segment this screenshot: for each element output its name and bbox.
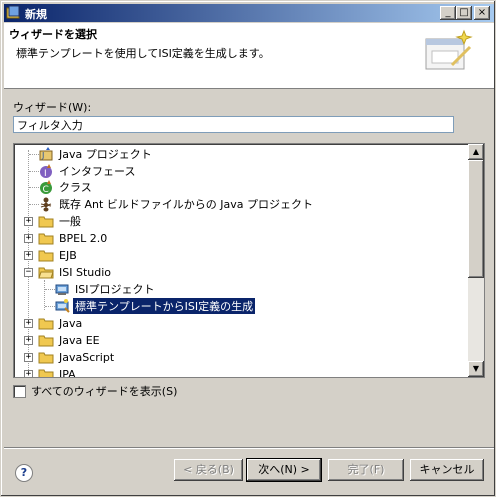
app-icon	[6, 5, 20, 19]
window-title: 新規	[25, 8, 47, 21]
expand-icon[interactable]: +	[24, 370, 33, 377]
tree-item-java[interactable]: Java	[38, 315, 84, 331]
wizard-tree: J Java プロジェクト I インタフェース C クラス 既存 Ant ビルド…	[13, 143, 485, 378]
tree-item-javascript[interactable]: JavaScript	[38, 349, 116, 365]
header-description: 標準テンプレートを使用してISI定義を生成します。	[16, 47, 270, 60]
filter-input[interactable]	[13, 116, 454, 133]
tree-item-interface[interactable]: I インタフェース	[38, 163, 137, 179]
tree-item-label: 標準テンプレートからISI定義の生成	[71, 297, 257, 315]
maximize-button[interactable]: □	[456, 6, 472, 20]
show-all-wizards[interactable]: すべてのウィザードを表示(S)	[13, 383, 177, 399]
tree-item-label: ISIプロジェクト	[75, 283, 155, 296]
close-button[interactable]: ×	[474, 6, 490, 20]
tree-item-isi-project[interactable]: ISIプロジェクト	[54, 281, 156, 297]
ant-icon	[40, 197, 52, 212]
header-title: ウィザードを選択	[9, 28, 97, 41]
expand-icon[interactable]: +	[24, 234, 33, 243]
tree-item-label: クラス	[59, 181, 92, 194]
folder-icon	[38, 352, 54, 364]
tree-item-label: 一般	[59, 215, 81, 228]
collapse-icon[interactable]: −	[24, 268, 33, 277]
isi-template-icon	[55, 299, 70, 313]
tree-item-ejb[interactable]: EJB	[38, 247, 79, 263]
expand-icon[interactable]: +	[24, 353, 33, 362]
isi-project-icon	[55, 284, 69, 295]
folder-icon	[38, 250, 54, 262]
tree-item-isi-template[interactable]: 標準テンプレートからISI定義の生成	[54, 297, 257, 315]
folder-icon	[38, 216, 54, 228]
tree-scrollbar[interactable]: ▲ ▼	[468, 144, 484, 377]
show-all-label: すべてのウィザードを表示(S)	[31, 385, 178, 398]
tree-item-label: インタフェース	[59, 165, 136, 178]
back-button[interactable]: < 戻る(B)	[174, 459, 243, 481]
show-all-checkbox[interactable]	[13, 384, 26, 398]
interface-icon: I	[40, 164, 52, 179]
finish-button[interactable]: 完了(F)	[328, 459, 404, 481]
folder-icon	[38, 233, 54, 245]
new-wizard-dialog: 新規 _ □ × ウィザードを選択 標準テンプレートを使用してISI定義を生成し…	[0, 0, 496, 497]
next-button[interactable]: 次へ(N) >	[246, 458, 322, 482]
java-project-icon: J	[39, 147, 53, 161]
tree-item-label: ISI Studio	[59, 265, 112, 279]
tree-item-label: JPA	[59, 367, 76, 378]
class-icon: C	[40, 180, 52, 195]
tree-item-label: EJB	[59, 248, 77, 262]
expand-icon[interactable]: +	[24, 217, 33, 226]
cancel-button[interactable]: キャンセル	[410, 459, 484, 481]
scroll-down-icon[interactable]: ▼	[468, 361, 484, 377]
minimize-button[interactable]: _	[440, 6, 456, 20]
tree-item-bpel[interactable]: BPEL 2.0	[38, 230, 109, 246]
button-separator	[4, 447, 494, 449]
tree-item-label: JavaScript	[59, 350, 115, 364]
folder-icon	[38, 318, 54, 330]
tree-item-ant-project[interactable]: 既存 Ant ビルドファイルからの Java プロジェクト	[38, 196, 315, 212]
tree-item-general[interactable]: 一般	[38, 213, 83, 229]
tree-item-label: Java プロジェクト	[59, 148, 152, 161]
tree-item-label: 既存 Ant ビルドファイルからの Java プロジェクト	[59, 198, 314, 211]
svg-text:I: I	[44, 169, 47, 179]
expand-icon[interactable]: +	[24, 251, 33, 260]
tree-item-class[interactable]: C クラス	[38, 179, 94, 195]
wizard-header: ウィザードを選択 標準テンプレートを使用してISI定義を生成します。	[4, 23, 494, 89]
wizard-banner-icon	[425, 29, 473, 70]
scroll-thumb[interactable]	[468, 160, 484, 278]
tree-item-label: Java	[59, 316, 83, 330]
folder-icon	[38, 369, 54, 377]
wizard-label: ウィザード(W):	[13, 101, 92, 114]
svg-text:C: C	[43, 185, 49, 195]
help-icon[interactable]: ?	[15, 464, 33, 482]
tree-item-isi-studio[interactable]: ISI Studio	[38, 264, 113, 280]
tree-item-java-project[interactable]: J Java プロジェクト	[38, 146, 154, 162]
expand-icon[interactable]: +	[24, 336, 33, 345]
tree-item-java-ee[interactable]: Java EE	[38, 332, 102, 348]
tree-item-jpa[interactable]: JPA	[38, 366, 78, 378]
expand-icon[interactable]: +	[24, 319, 33, 328]
tree-item-label: BPEL 2.0	[59, 231, 108, 245]
scroll-up-icon[interactable]: ▲	[468, 144, 484, 160]
folder-icon	[38, 335, 54, 347]
folder-open-icon	[38, 267, 54, 279]
title-bar: 新規 _ □ ×	[4, 4, 494, 22]
svg-text:J: J	[41, 151, 44, 160]
tree-item-label: Java EE	[59, 333, 100, 347]
